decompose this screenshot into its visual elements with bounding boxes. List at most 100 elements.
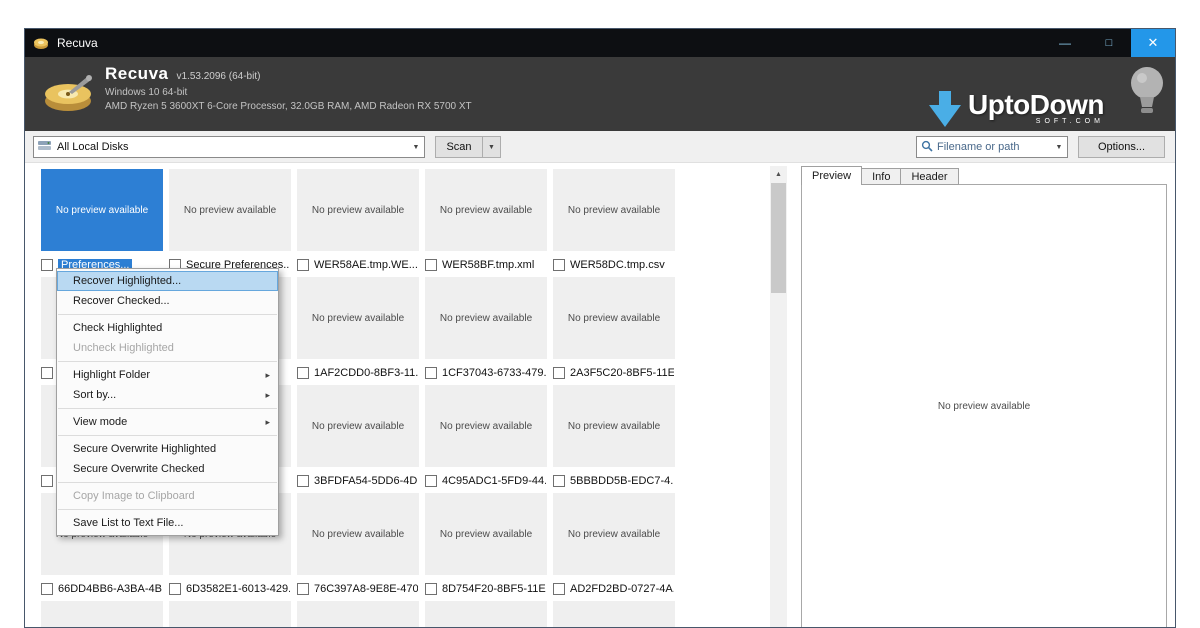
close-icon: ✕: [1148, 35, 1159, 51]
file-checkbox[interactable]: [297, 259, 309, 271]
os-info: Windows 10 64-bit: [105, 87, 472, 98]
vertical-scrollbar[interactable]: ▲: [770, 166, 787, 628]
preview-cell-r2-c2[interactable]: No preview available: [297, 385, 419, 467]
file-checkbox[interactable]: [41, 583, 53, 595]
preview-cell-r2-c3[interactable]: No preview available: [425, 385, 547, 467]
file-name[interactable]: 6D3582E1-6013-429...: [186, 583, 290, 595]
search-combo[interactable]: ▼: [916, 136, 1068, 158]
preview-cell-r0-c2[interactable]: No preview available: [297, 169, 419, 251]
menu-item-sort-by[interactable]: Sort by...▸: [57, 385, 278, 405]
menu-item-save-list-to-text-file[interactable]: Save List to Text File...: [57, 513, 278, 533]
preview-cell-r3-c4[interactable]: No preview available: [553, 493, 675, 575]
file-checkbox[interactable]: [297, 367, 309, 379]
file-checkbox[interactable]: [425, 475, 437, 487]
scrollbar-thumb[interactable]: [771, 183, 786, 293]
file-checkbox[interactable]: [425, 583, 437, 595]
file-name[interactable]: 1CF37043-6733-479...: [442, 367, 546, 379]
file-name[interactable]: AD2FD2BD-0727-4A...: [570, 583, 674, 595]
menu-separator: [58, 314, 277, 315]
file-name[interactable]: 5BBBDD5B-EDC7-4...: [570, 475, 674, 487]
menu-item-secure-overwrite-checked[interactable]: Secure Overwrite Checked: [57, 459, 278, 479]
file-checkbox[interactable]: [553, 475, 565, 487]
file-name[interactable]: 1AF2CDD0-8BF3-11...: [314, 367, 418, 379]
menu-item-highlight-folder[interactable]: Highlight Folder▸: [57, 365, 278, 385]
preview-cell-r4-c1[interactable]: No preview available: [169, 601, 291, 628]
file-checkbox[interactable]: [425, 367, 437, 379]
no-preview-label: No preview available: [56, 205, 148, 216]
menu-item-recover-highlighted[interactable]: Recover Highlighted...: [57, 271, 278, 291]
file-row-r1-c4: 2A3F5C20-8BF5-11E...: [553, 365, 679, 380]
tab-header[interactable]: Header: [900, 168, 958, 185]
tab-info[interactable]: Info: [861, 168, 901, 185]
window-controls: — □ ✕: [1043, 29, 1175, 57]
toolbar: All Local Disks ▼ Scan ▼ ▼: [25, 131, 1175, 163]
preview-cell-r1-c4[interactable]: No preview available: [553, 277, 675, 359]
drive-select-combo[interactable]: All Local Disks ▼: [33, 136, 425, 158]
menu-item-view-mode[interactable]: View mode▸: [57, 412, 278, 432]
file-checkbox[interactable]: [425, 259, 437, 271]
file-checkbox[interactable]: [553, 259, 565, 271]
menu-item-label: Copy Image to Clipboard: [73, 490, 195, 502]
file-name[interactable]: WER58DC.tmp.csv: [570, 259, 665, 271]
file-name[interactable]: 4C95ADC1-5FD9-44...: [442, 475, 546, 487]
drive-select-value: All Local Disks: [57, 141, 129, 153]
no-preview-label: No preview available: [312, 205, 404, 216]
scroll-up-icon: ▲: [775, 171, 782, 178]
file-name[interactable]: WER58AE.tmp.WE...: [314, 259, 418, 271]
file-name[interactable]: 66DD4BB6-A3BA-4B...: [58, 583, 162, 595]
file-checkbox[interactable]: [41, 259, 53, 271]
file-row-r2-c2: 3BFDFA54-5DD6-4D...: [297, 473, 423, 488]
preview-cell-r4-c0[interactable]: No preview available: [41, 601, 163, 628]
file-checkbox[interactable]: [297, 475, 309, 487]
scan-dropdown-button[interactable]: ▼: [482, 136, 501, 158]
file-name[interactable]: 8D754F20-8BF5-11E...: [442, 583, 546, 595]
no-preview-label: No preview available: [568, 313, 660, 324]
preview-cell-r3-c3[interactable]: No preview available: [425, 493, 547, 575]
menu-item-label: Secure Overwrite Checked: [73, 463, 204, 475]
scroll-up-button[interactable]: ▲: [770, 166, 787, 183]
preview-cell-r4-c2[interactable]: No preview available: [297, 601, 419, 628]
preview-cell-r0-c1[interactable]: No preview available: [169, 169, 291, 251]
preview-cell-r1-c3[interactable]: No preview available: [425, 277, 547, 359]
menu-separator: [58, 509, 277, 510]
file-name[interactable]: 76C397A8-9E8E-470...: [314, 583, 418, 595]
screen: Recuva — □ ✕: [0, 0, 1200, 628]
file-name[interactable]: 3BFDFA54-5DD6-4D...: [314, 475, 418, 487]
no-preview-label: No preview available: [440, 421, 532, 432]
preview-cell-r3-c2[interactable]: No preview available: [297, 493, 419, 575]
preview-cell-r4-c4[interactable]: No preview available: [553, 601, 675, 628]
file-checkbox[interactable]: [41, 367, 53, 379]
preview-cell-r1-c2[interactable]: No preview available: [297, 277, 419, 359]
menu-item-label: View mode: [73, 416, 127, 428]
menu-item-check-highlighted[interactable]: Check Highlighted: [57, 318, 278, 338]
file-checkbox[interactable]: [169, 583, 181, 595]
menu-item-label: Highlight Folder: [73, 369, 150, 381]
app-version: v1.53.2096 (64-bit): [176, 71, 260, 82]
preview-cell-r4-c3[interactable]: No preview available: [425, 601, 547, 628]
options-button-label: Options...: [1098, 141, 1145, 153]
minimize-button[interactable]: —: [1043, 29, 1087, 57]
options-button[interactable]: Options...: [1078, 136, 1165, 158]
no-preview-label: No preview available: [184, 205, 276, 216]
recuva-logo-icon: [41, 67, 97, 124]
file-checkbox[interactable]: [297, 583, 309, 595]
titlebar: Recuva — □ ✕: [25, 29, 1175, 57]
preview-panel-tabs: PreviewInfoHeader: [801, 166, 959, 185]
file-checkbox[interactable]: [553, 367, 565, 379]
file-checkbox[interactable]: [553, 583, 565, 595]
preview-cell-r2-c4[interactable]: No preview available: [553, 385, 675, 467]
scan-button[interactable]: Scan: [435, 136, 483, 158]
search-input[interactable]: [937, 141, 1049, 153]
menu-item-recover-checked[interactable]: Recover Checked...: [57, 291, 278, 311]
maximize-button[interactable]: □: [1087, 29, 1131, 57]
preview-cell-r0-c4[interactable]: No preview available: [553, 169, 675, 251]
preview-cell-r0-c0[interactable]: No preview available: [41, 169, 163, 251]
preview-cell-r0-c3[interactable]: No preview available: [425, 169, 547, 251]
file-checkbox[interactable]: [41, 475, 53, 487]
close-button[interactable]: ✕: [1131, 29, 1175, 57]
file-name[interactable]: 2A3F5C20-8BF5-11E...: [570, 367, 674, 379]
menu-item-secure-overwrite-highlighted[interactable]: Secure Overwrite Highlighted: [57, 439, 278, 459]
tab-preview[interactable]: Preview: [801, 166, 862, 185]
file-name[interactable]: WER58BF.tmp.xml: [442, 259, 534, 271]
maximize-icon: □: [1106, 37, 1113, 49]
